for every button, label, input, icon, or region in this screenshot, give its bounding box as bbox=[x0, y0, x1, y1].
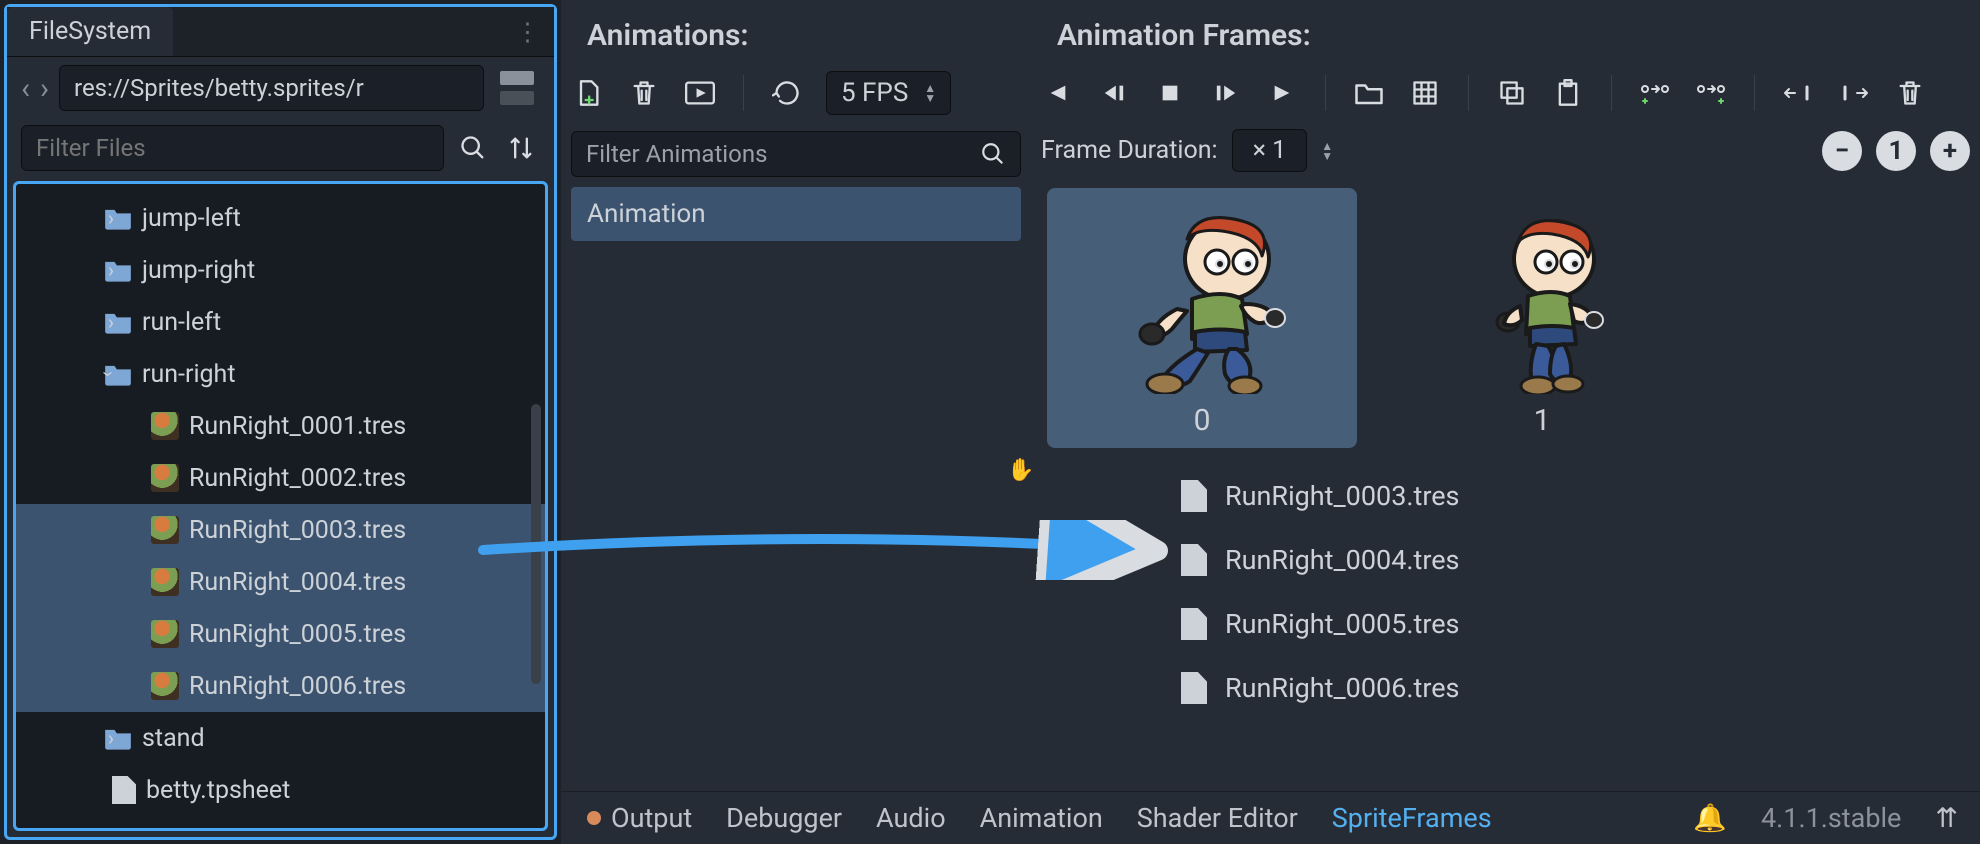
filesystem-tab[interactable]: FileSystem bbox=[7, 7, 173, 56]
path-input[interactable] bbox=[59, 65, 484, 111]
grid-icon[interactable] bbox=[1408, 76, 1442, 110]
insert-after-icon[interactable] bbox=[1694, 76, 1728, 110]
tab-animation[interactable]: Animation bbox=[980, 802, 1103, 834]
step-forward-icon[interactable] bbox=[1209, 76, 1243, 110]
nav-back-icon[interactable]: ‹ bbox=[21, 71, 30, 106]
view-toggle-button[interactable] bbox=[494, 65, 540, 111]
folder-label: stand bbox=[142, 724, 205, 753]
file-row[interactable]: RunRight_0004.tres bbox=[16, 556, 545, 608]
file-row[interactable]: RunRight_0005.tres bbox=[16, 608, 545, 660]
output-dot-icon bbox=[587, 811, 601, 825]
bottom-dock-tabs: Output Debugger Audio Animation Shader E… bbox=[561, 791, 1980, 844]
file-icon bbox=[1181, 544, 1207, 576]
notifications-icon[interactable]: 🔔 bbox=[1693, 802, 1727, 834]
drag-item: RunRight_0004.tres bbox=[1181, 528, 1964, 592]
tab-output[interactable]: Output bbox=[611, 802, 692, 834]
delete-frame-icon[interactable] bbox=[1893, 76, 1927, 110]
zoom-in-button[interactable]: + bbox=[1930, 131, 1970, 171]
frame-card[interactable]: 0 bbox=[1047, 188, 1357, 448]
autoplay-icon[interactable] bbox=[683, 76, 717, 110]
file-row[interactable]: RunRight_0006.tres bbox=[16, 660, 545, 712]
animation-list-item[interactable]: Animation bbox=[571, 187, 1021, 241]
folder-label: jump-right bbox=[142, 256, 255, 285]
search-icon[interactable] bbox=[454, 129, 492, 167]
grab-cursor-icon: ✋ bbox=[1007, 458, 1034, 483]
frame-duration-label: Frame Duration: bbox=[1041, 136, 1218, 165]
frames-grid[interactable]: 0 bbox=[1041, 172, 1970, 464]
drag-item: RunRight_0003.tres bbox=[1181, 464, 1964, 528]
tab-shader-editor[interactable]: Shader Editor bbox=[1137, 802, 1298, 834]
frames-header: Animation Frames: bbox=[1057, 18, 1311, 53]
frame-index: 0 bbox=[1194, 403, 1211, 438]
folder-run-left[interactable]: › run-left bbox=[16, 296, 545, 348]
sprite-icon bbox=[151, 672, 179, 700]
sprite-icon bbox=[151, 464, 179, 492]
copy-icon[interactable] bbox=[1495, 76, 1529, 110]
file-row[interactable]: RunRight_0002.tres bbox=[16, 452, 545, 504]
folder-label: run-left bbox=[142, 308, 221, 337]
drag-item: RunRight_0006.tres bbox=[1181, 656, 1964, 720]
frames-toolbar bbox=[1041, 65, 1970, 121]
filesystem-tabbar: FileSystem ⋮ bbox=[7, 7, 554, 57]
sprite-frames-editor: Animations: Animation Frames: 5 FPS▲▼ Fi… bbox=[561, 0, 1980, 844]
play-reverse-icon[interactable] bbox=[1041, 76, 1075, 110]
fps-input[interactable]: 5 FPS▲▼ bbox=[826, 71, 951, 115]
more-icon[interactable]: ⋮ bbox=[501, 17, 554, 47]
folder-jump-left[interactable]: › jump-left bbox=[16, 192, 545, 244]
file-row[interactable]: RunRight_0003.tres bbox=[16, 504, 545, 556]
sprite-icon bbox=[151, 620, 179, 648]
move-right-icon[interactable] bbox=[1837, 76, 1871, 110]
sprite-preview bbox=[1472, 214, 1612, 394]
folder-label: run-right bbox=[142, 360, 236, 389]
tab-spriteframes[interactable]: SpriteFrames bbox=[1332, 802, 1492, 834]
folder-label: jump-left bbox=[142, 204, 241, 233]
loop-icon[interactable] bbox=[770, 76, 804, 110]
drag-preview: ✋ RunRight_0003.tres RunRight_0004.tres … bbox=[1041, 464, 1970, 720]
file-icon bbox=[1181, 480, 1207, 512]
frame-duration-input[interactable]: × 1 bbox=[1232, 129, 1308, 172]
tab-audio[interactable]: Audio bbox=[876, 802, 946, 834]
paste-icon[interactable] bbox=[1551, 76, 1585, 110]
delete-animation-icon[interactable] bbox=[627, 76, 661, 110]
stop-icon[interactable] bbox=[1153, 76, 1187, 110]
drag-item: RunRight_0005.tres bbox=[1181, 592, 1964, 656]
insert-before-icon[interactable] bbox=[1638, 76, 1672, 110]
new-animation-icon[interactable] bbox=[571, 76, 605, 110]
animations-header: Animations: bbox=[587, 18, 1057, 53]
filesystem-panel: FileSystem ⋮ ‹ › › bbox=[4, 4, 557, 840]
folder-stand[interactable]: › stand bbox=[16, 712, 545, 764]
expand-dock-icon[interactable]: ⇈ bbox=[1935, 802, 1954, 834]
load-icon[interactable] bbox=[1352, 76, 1386, 110]
sprite-icon bbox=[151, 412, 179, 440]
frame-index: 1 bbox=[1534, 403, 1551, 438]
scrollbar[interactable] bbox=[531, 404, 541, 684]
move-left-icon[interactable] bbox=[1781, 76, 1815, 110]
sprite-preview bbox=[1117, 214, 1287, 394]
sort-icon[interactable] bbox=[502, 129, 540, 167]
animations-toolbar: 5 FPS▲▼ bbox=[571, 65, 1021, 121]
file-row[interactable]: RunRight_0001.tres bbox=[16, 400, 545, 452]
nav-forward-icon[interactable]: › bbox=[40, 71, 49, 106]
folder-run-right[interactable]: › run-right bbox=[16, 348, 545, 400]
filter-animations-input[interactable]: Filter Animations bbox=[571, 131, 1021, 177]
frame-card[interactable]: 1 bbox=[1387, 188, 1697, 448]
file-icon bbox=[1181, 608, 1207, 640]
zoom-out-button[interactable]: − bbox=[1822, 131, 1862, 171]
sprite-icon bbox=[151, 568, 179, 596]
file-icon bbox=[1181, 672, 1207, 704]
tab-debugger[interactable]: Debugger bbox=[726, 802, 842, 834]
file-tree[interactable]: › jump-left › jump-right › run-left › bbox=[13, 181, 548, 831]
zoom-reset-button[interactable]: 1 bbox=[1876, 131, 1916, 171]
file-icon bbox=[112, 776, 136, 804]
filter-files-input[interactable] bbox=[21, 125, 444, 171]
file-tpsheet[interactable]: betty.tpsheet bbox=[16, 764, 545, 816]
step-back-icon[interactable] bbox=[1097, 76, 1131, 110]
folder-jump-right[interactable]: › jump-right bbox=[16, 244, 545, 296]
play-icon[interactable] bbox=[1265, 76, 1299, 110]
version-label: 4.1.1.stable bbox=[1761, 802, 1901, 834]
sprite-icon bbox=[151, 516, 179, 544]
